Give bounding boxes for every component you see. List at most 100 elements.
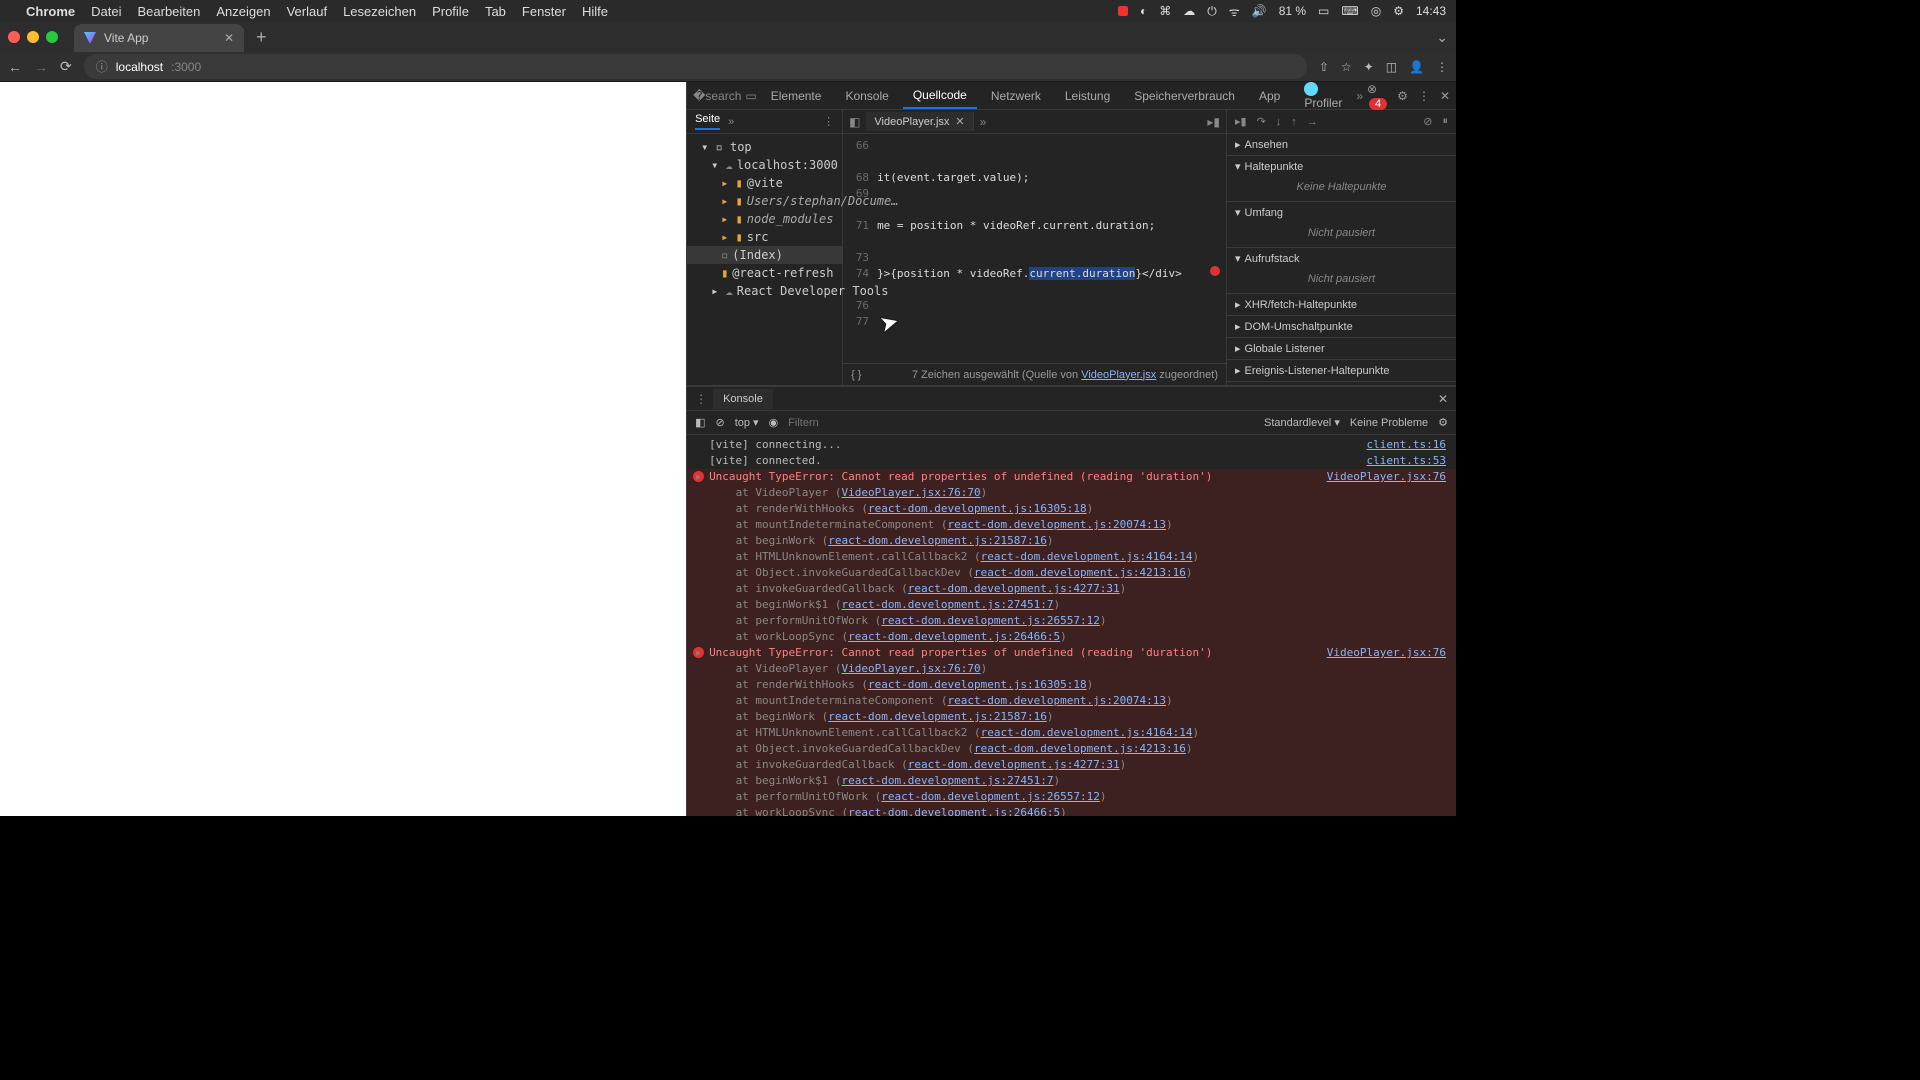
csp-bp-section[interactable]: ▸ Haltepunkte für CSP-Verstöße bbox=[1227, 382, 1456, 385]
xhr-bp-section[interactable]: ▸ XHR/fetch-Haltepunkte bbox=[1227, 294, 1456, 315]
close-drawer-icon[interactable]: ✕ bbox=[1438, 392, 1448, 406]
battery-icon[interactable]: ▭ bbox=[1318, 4, 1329, 18]
browser-tab[interactable]: Vite App ✕ bbox=[74, 24, 244, 52]
resume-icon[interactable]: ▸▮ bbox=[1235, 115, 1247, 128]
back-button[interactable]: ← bbox=[8, 59, 22, 75]
devtools-menu-icon[interactable]: ⋮ bbox=[1418, 89, 1430, 103]
page-viewport[interactable] bbox=[0, 82, 686, 816]
dom-bp-section[interactable]: ▸ DOM-Umschaltpunkte bbox=[1227, 316, 1456, 337]
step-over-icon[interactable]: ↷ bbox=[1257, 115, 1266, 128]
menu-hilfe[interactable]: Hilfe bbox=[582, 4, 608, 19]
close-tab-icon[interactable]: ✕ bbox=[224, 31, 234, 45]
tab-app[interactable]: App bbox=[1249, 84, 1290, 108]
deactivate-bp-icon[interactable]: ⊘ bbox=[1423, 115, 1432, 128]
maximize-window-button[interactable] bbox=[46, 31, 58, 43]
console-output[interactable]: [vite] connecting...client.ts:16[vite] c… bbox=[687, 435, 1456, 816]
log-level-select[interactable]: Standardlevel ▾ bbox=[1264, 416, 1340, 429]
tab-quellcode[interactable]: Quellcode bbox=[903, 83, 977, 109]
menu-fenster[interactable]: Fenster bbox=[522, 4, 566, 19]
device-toolbar-icon[interactable]: ▭ bbox=[745, 89, 756, 103]
address-bar[interactable]: ⓘ localhost:3000 bbox=[84, 54, 1307, 79]
status-icon[interactable]: ◎ bbox=[1371, 4, 1381, 18]
tree-host[interactable]: ▾ ☁localhost:3000 bbox=[687, 156, 842, 174]
nav-tab-seite[interactable]: Seite bbox=[695, 113, 720, 130]
callstack-section[interactable]: ▾ Aufrufstack bbox=[1227, 248, 1456, 269]
tab-konsole[interactable]: Konsole bbox=[835, 84, 898, 108]
menu-verlauf[interactable]: Verlauf bbox=[287, 4, 327, 19]
bookmark-icon[interactable]: ☆ bbox=[1341, 60, 1352, 74]
menu-tab[interactable]: Tab bbox=[485, 4, 506, 19]
step-out-icon[interactable]: ↑ bbox=[1291, 116, 1297, 128]
tab-speicherverbrauch[interactable]: Speicherverbrauch bbox=[1124, 84, 1245, 108]
recording-indicator-icon[interactable] bbox=[1118, 6, 1128, 16]
run-snippet-icon[interactable]: ▸▮ bbox=[1201, 115, 1226, 129]
clock[interactable]: 14:43 bbox=[1416, 4, 1446, 18]
tree-node-modules[interactable]: ▸ ▮node_modules bbox=[687, 210, 842, 228]
status-icon[interactable]: ◐ bbox=[1140, 4, 1147, 18]
tree-vite[interactable]: ▸ ▮@vite bbox=[687, 174, 842, 192]
more-tabs-icon[interactable]: » bbox=[1356, 89, 1363, 103]
tree-react-refresh[interactable]: ▮@react-refresh bbox=[687, 264, 842, 282]
profile-icon[interactable]: 👤 bbox=[1409, 60, 1424, 74]
nav-more-icon[interactable]: » bbox=[728, 116, 734, 128]
tab-netzwerk[interactable]: Netzwerk bbox=[981, 84, 1051, 108]
inspect-element-icon[interactable]: �search bbox=[693, 89, 741, 103]
console-filter-input[interactable] bbox=[788, 417, 1254, 429]
format-icon[interactable]: { } bbox=[851, 369, 861, 381]
tree-src[interactable]: ▸ ▮src bbox=[687, 228, 842, 246]
breakpoints-section[interactable]: ▾ Haltepunkte bbox=[1227, 156, 1456, 177]
console-sidebar-icon[interactable]: ◧ bbox=[695, 416, 705, 429]
control-center-icon[interactable]: ⚙ bbox=[1393, 4, 1404, 18]
close-file-icon[interactable]: ✕ bbox=[955, 115, 964, 128]
tree-users[interactable]: ▸ ▮Users/stephan/Docume… bbox=[687, 192, 842, 210]
code-editor[interactable]: 66 68 69 71 73 74 76 77 80 bbox=[843, 134, 1226, 363]
tree-top[interactable]: ▾ ▫ top bbox=[687, 138, 842, 156]
scope-section[interactable]: ▾ Umfang bbox=[1227, 202, 1456, 223]
extensions-icon[interactable]: ✦ bbox=[1364, 60, 1374, 74]
editor-file-tab[interactable]: VideoPlayer.jsx ✕ bbox=[866, 112, 973, 131]
live-expression-icon[interactable]: ◉ bbox=[769, 416, 779, 429]
volume-icon[interactable]: 🔊 bbox=[1252, 4, 1267, 18]
step-icon[interactable]: → bbox=[1307, 116, 1318, 128]
chrome-menu-icon[interactable]: ⋮ bbox=[1436, 60, 1448, 74]
tree-index[interactable]: ▫(Index) bbox=[687, 246, 842, 264]
tab-leistung[interactable]: Leistung bbox=[1055, 84, 1120, 108]
global-listeners-section[interactable]: ▸ Globale Listener bbox=[1227, 338, 1456, 359]
close-window-button[interactable] bbox=[8, 31, 20, 43]
menu-lesezeichen[interactable]: Lesezeichen bbox=[343, 4, 416, 19]
editor-more-icon[interactable]: » bbox=[974, 115, 993, 129]
status-icon[interactable]: ☁ bbox=[1183, 4, 1195, 18]
event-bp-section[interactable]: ▸ Ereignis-Listener-Haltepunkte bbox=[1227, 360, 1456, 381]
keyboard-icon[interactable]: ⌨ bbox=[1341, 4, 1358, 18]
close-devtools-icon[interactable]: ✕ bbox=[1440, 89, 1450, 103]
sidepanel-icon[interactable]: ◫ bbox=[1386, 60, 1397, 74]
menu-anzeigen[interactable]: Anzeigen bbox=[216, 4, 270, 19]
menu-datei[interactable]: Datei bbox=[91, 4, 121, 19]
minimize-window-button[interactable] bbox=[27, 31, 39, 43]
pause-on-exception-icon[interactable]: ⏸ bbox=[1443, 115, 1449, 128]
status-icon[interactable]: ⌘ bbox=[1159, 4, 1171, 18]
error-badge[interactable]: ⊗ 4 bbox=[1367, 82, 1387, 110]
console-settings-icon[interactable]: ⚙ bbox=[1438, 416, 1448, 429]
nav-menu-icon[interactable]: ⋮ bbox=[823, 115, 834, 128]
step-into-icon[interactable]: ↓ bbox=[1276, 116, 1282, 128]
tab-elemente[interactable]: Elemente bbox=[761, 84, 832, 108]
forward-button[interactable]: → bbox=[34, 59, 48, 75]
new-tab-button[interactable]: + bbox=[256, 27, 267, 48]
wifi-icon[interactable]: ᯤ bbox=[1229, 3, 1240, 20]
menubar-app-name[interactable]: Chrome bbox=[26, 4, 75, 19]
menu-bearbeiten[interactable]: Bearbeiten bbox=[137, 4, 200, 19]
settings-icon[interactable]: ⚙ bbox=[1397, 89, 1408, 103]
breakpoint-indicator-icon[interactable] bbox=[1210, 266, 1220, 276]
reload-button[interactable]: ⟳ bbox=[60, 58, 72, 75]
drawer-menu-icon[interactable]: ⋮ bbox=[695, 392, 707, 406]
menu-profile[interactable]: Profile bbox=[432, 4, 469, 19]
context-select[interactable]: top ▾ bbox=[735, 416, 759, 429]
tab-overflow-icon[interactable]: ⌄ bbox=[1436, 29, 1448, 46]
watch-section[interactable]: ▸ Ansehen bbox=[1227, 134, 1456, 155]
drawer-tab-konsole[interactable]: Konsole bbox=[713, 389, 773, 409]
editor-nav-icon[interactable]: ◧ bbox=[843, 115, 866, 129]
clear-console-icon[interactable]: ⊘ bbox=[715, 416, 724, 429]
tree-rdt[interactable]: ▸ ☁React Developer Tools bbox=[687, 282, 842, 300]
site-info-icon[interactable]: ⓘ bbox=[96, 58, 108, 75]
